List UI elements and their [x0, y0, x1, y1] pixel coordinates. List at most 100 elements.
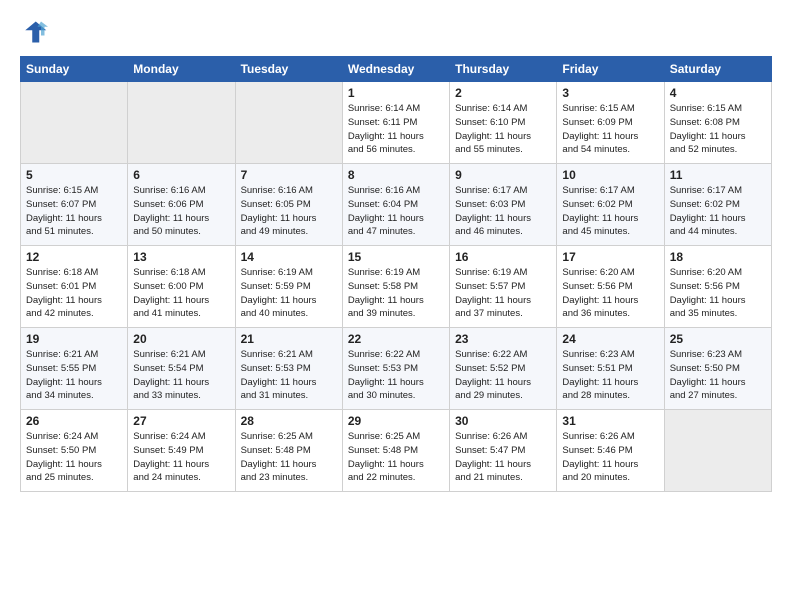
- day-info: Sunrise: 6:24 AM Sunset: 5:50 PM Dayligh…: [26, 430, 122, 485]
- calendar-cell: 18 Sunrise: 6:20 AM Sunset: 5:56 PM Dayli…: [664, 246, 771, 328]
- day-info: Sunrise: 6:15 AM Sunset: 6:08 PM Dayligh…: [670, 102, 766, 157]
- day-info: Sunrise: 6:21 AM Sunset: 5:55 PM Dayligh…: [26, 348, 122, 403]
- day-number: 13: [133, 250, 229, 264]
- col-header-wednesday: Wednesday: [342, 57, 449, 82]
- col-header-thursday: Thursday: [450, 57, 557, 82]
- calendar-week-row: 26 Sunrise: 6:24 AM Sunset: 5:50 PM Dayli…: [21, 410, 772, 492]
- calendar-week-row: 5Sunrise: 6:15 AM Sunset: 6:07 PM Daylig…: [21, 164, 772, 246]
- calendar-cell: 10 Sunrise: 6:17 AM Sunset: 6:02 PM Dayli…: [557, 164, 664, 246]
- calendar-cell: 25Sunrise: 6:23 AM Sunset: 5:50 PM Dayli…: [664, 328, 771, 410]
- day-number: 4: [670, 86, 766, 100]
- col-header-tuesday: Tuesday: [235, 57, 342, 82]
- calendar-cell: 17 Sunrise: 6:20 AM Sunset: 5:56 PM Dayli…: [557, 246, 664, 328]
- day-info: Sunrise: 6:17 AM Sunset: 6:02 PM Dayligh…: [670, 184, 766, 239]
- day-number: 30: [455, 414, 551, 428]
- day-number: 10: [562, 168, 658, 182]
- calendar-cell: 30 Sunrise: 6:26 AM Sunset: 5:47 PM Dayli…: [450, 410, 557, 492]
- calendar-cell: 11Sunrise: 6:17 AM Sunset: 6:02 PM Dayli…: [664, 164, 771, 246]
- col-header-monday: Monday: [128, 57, 235, 82]
- calendar-cell: 19 Sunrise: 6:21 AM Sunset: 5:55 PM Dayli…: [21, 328, 128, 410]
- calendar-cell: 3 Sunrise: 6:15 AM Sunset: 6:09 PM Daylig…: [557, 82, 664, 164]
- day-info: Sunrise: 6:26 AM Sunset: 5:47 PM Dayligh…: [455, 430, 551, 485]
- day-number: 29: [348, 414, 444, 428]
- day-info: Sunrise: 6:19 AM Sunset: 5:58 PM Dayligh…: [348, 266, 444, 321]
- day-info: Sunrise: 6:22 AM Sunset: 5:52 PM Dayligh…: [455, 348, 551, 403]
- day-number: 23: [455, 332, 551, 346]
- calendar-cell: 23 Sunrise: 6:22 AM Sunset: 5:52 PM Dayli…: [450, 328, 557, 410]
- calendar-cell: 14 Sunrise: 6:19 AM Sunset: 5:59 PM Dayli…: [235, 246, 342, 328]
- day-number: 24: [562, 332, 658, 346]
- calendar-cell: 16 Sunrise: 6:19 AM Sunset: 5:57 PM Dayli…: [450, 246, 557, 328]
- day-number: 14: [241, 250, 337, 264]
- day-info: Sunrise: 6:15 AM Sunset: 6:09 PM Dayligh…: [562, 102, 658, 157]
- day-info: Sunrise: 6:16 AM Sunset: 6:05 PM Dayligh…: [241, 184, 337, 239]
- calendar-cell: 12 Sunrise: 6:18 AM Sunset: 6:01 PM Dayli…: [21, 246, 128, 328]
- day-info: Sunrise: 6:16 AM Sunset: 6:06 PM Dayligh…: [133, 184, 229, 239]
- day-number: 8: [348, 168, 444, 182]
- calendar-cell: 8 Sunrise: 6:16 AM Sunset: 6:04 PM Daylig…: [342, 164, 449, 246]
- day-info: Sunrise: 6:18 AM Sunset: 6:01 PM Dayligh…: [26, 266, 122, 321]
- calendar-cell: 2Sunrise: 6:14 AM Sunset: 6:10 PM Daylig…: [450, 82, 557, 164]
- day-info: Sunrise: 6:24 AM Sunset: 5:49 PM Dayligh…: [133, 430, 229, 485]
- logo: [20, 18, 52, 46]
- day-number: 18: [670, 250, 766, 264]
- day-number: 20: [133, 332, 229, 346]
- calendar-cell: 31 Sunrise: 6:26 AM Sunset: 5:46 PM Dayli…: [557, 410, 664, 492]
- calendar-cell: 6 Sunrise: 6:16 AM Sunset: 6:06 PM Daylig…: [128, 164, 235, 246]
- calendar-cell: 21Sunrise: 6:21 AM Sunset: 5:53 PM Dayli…: [235, 328, 342, 410]
- day-info: Sunrise: 6:14 AM Sunset: 6:10 PM Dayligh…: [455, 102, 551, 157]
- calendar-cell: 5Sunrise: 6:15 AM Sunset: 6:07 PM Daylig…: [21, 164, 128, 246]
- calendar-cell: 20 Sunrise: 6:21 AM Sunset: 5:54 PM Dayli…: [128, 328, 235, 410]
- day-info: Sunrise: 6:21 AM Sunset: 5:54 PM Dayligh…: [133, 348, 229, 403]
- day-info: Sunrise: 6:18 AM Sunset: 6:00 PM Dayligh…: [133, 266, 229, 321]
- calendar-week-row: 1Sunrise: 6:14 AM Sunset: 6:11 PM Daylig…: [21, 82, 772, 164]
- calendar-cell: 28Sunrise: 6:25 AM Sunset: 5:48 PM Dayli…: [235, 410, 342, 492]
- calendar-cell: [235, 82, 342, 164]
- day-number: 12: [26, 250, 122, 264]
- day-info: Sunrise: 6:19 AM Sunset: 5:59 PM Dayligh…: [241, 266, 337, 321]
- day-info: Sunrise: 6:19 AM Sunset: 5:57 PM Dayligh…: [455, 266, 551, 321]
- day-info: Sunrise: 6:17 AM Sunset: 6:03 PM Dayligh…: [455, 184, 551, 239]
- day-number: 17: [562, 250, 658, 264]
- day-number: 6: [133, 168, 229, 182]
- day-number: 27: [133, 414, 229, 428]
- calendar-week-row: 19 Sunrise: 6:21 AM Sunset: 5:55 PM Dayli…: [21, 328, 772, 410]
- calendar-cell: 9Sunrise: 6:17 AM Sunset: 6:03 PM Daylig…: [450, 164, 557, 246]
- day-number: 31: [562, 414, 658, 428]
- day-number: 1: [348, 86, 444, 100]
- calendar-cell: 7 Sunrise: 6:16 AM Sunset: 6:05 PM Daylig…: [235, 164, 342, 246]
- day-number: 22: [348, 332, 444, 346]
- calendar-cell: 15 Sunrise: 6:19 AM Sunset: 5:58 PM Dayli…: [342, 246, 449, 328]
- day-number: 21: [241, 332, 337, 346]
- day-info: Sunrise: 6:26 AM Sunset: 5:46 PM Dayligh…: [562, 430, 658, 485]
- calendar-cell: [664, 410, 771, 492]
- logo-icon: [20, 18, 48, 46]
- calendar-cell: 24Sunrise: 6:23 AM Sunset: 5:51 PM Dayli…: [557, 328, 664, 410]
- calendar-cell: 29 Sunrise: 6:25 AM Sunset: 5:48 PM Dayli…: [342, 410, 449, 492]
- day-number: 7: [241, 168, 337, 182]
- calendar-cell: [128, 82, 235, 164]
- day-info: Sunrise: 6:16 AM Sunset: 6:04 PM Dayligh…: [348, 184, 444, 239]
- day-number: 16: [455, 250, 551, 264]
- day-info: Sunrise: 6:25 AM Sunset: 5:48 PM Dayligh…: [348, 430, 444, 485]
- day-info: Sunrise: 6:20 AM Sunset: 5:56 PM Dayligh…: [562, 266, 658, 321]
- col-header-sunday: Sunday: [21, 57, 128, 82]
- day-info: Sunrise: 6:17 AM Sunset: 6:02 PM Dayligh…: [562, 184, 658, 239]
- calendar-cell: 1Sunrise: 6:14 AM Sunset: 6:11 PM Daylig…: [342, 82, 449, 164]
- calendar-cell: 27 Sunrise: 6:24 AM Sunset: 5:49 PM Dayli…: [128, 410, 235, 492]
- calendar-cell: 26 Sunrise: 6:24 AM Sunset: 5:50 PM Dayli…: [21, 410, 128, 492]
- day-number: 28: [241, 414, 337, 428]
- calendar-cell: 4 Sunrise: 6:15 AM Sunset: 6:08 PM Daylig…: [664, 82, 771, 164]
- day-number: 26: [26, 414, 122, 428]
- calendar-cell: 22Sunrise: 6:22 AM Sunset: 5:53 PM Dayli…: [342, 328, 449, 410]
- col-header-saturday: Saturday: [664, 57, 771, 82]
- calendar-table: SundayMondayTuesdayWednesdayThursdayFrid…: [20, 56, 772, 492]
- header: [20, 18, 772, 46]
- day-info: Sunrise: 6:20 AM Sunset: 5:56 PM Dayligh…: [670, 266, 766, 321]
- calendar-week-row: 12 Sunrise: 6:18 AM Sunset: 6:01 PM Dayli…: [21, 246, 772, 328]
- day-number: 25: [670, 332, 766, 346]
- day-number: 19: [26, 332, 122, 346]
- day-number: 5: [26, 168, 122, 182]
- day-number: 3: [562, 86, 658, 100]
- day-number: 15: [348, 250, 444, 264]
